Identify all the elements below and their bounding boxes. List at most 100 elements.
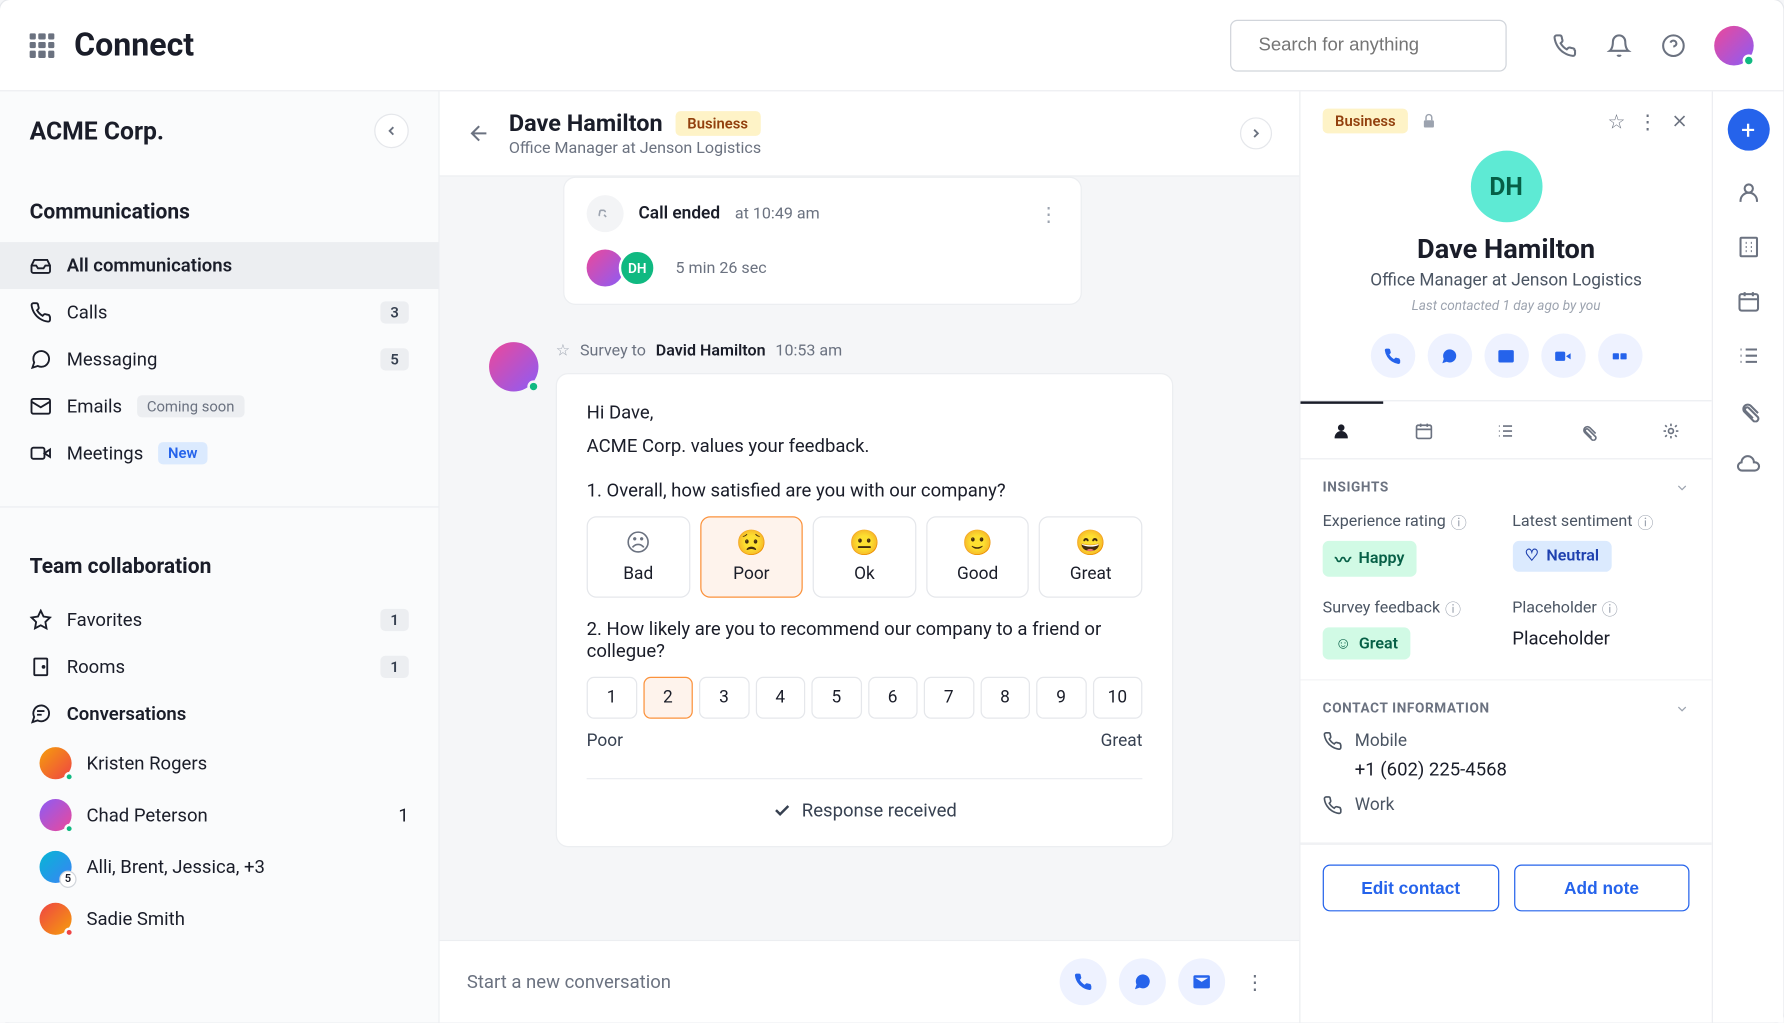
- sidebar: ACME Corp. Communications All communicat…: [0, 91, 440, 1022]
- rail-calendar-icon[interactable]: [1736, 289, 1761, 314]
- experience-chip: 〰Happy: [1323, 541, 1417, 577]
- brand-name: Connect: [74, 27, 194, 64]
- edit-contact-button[interactable]: Edit contact: [1323, 865, 1499, 912]
- nps-option-8[interactable]: 8: [980, 677, 1030, 719]
- door-icon: [30, 656, 52, 678]
- mail-icon: [30, 395, 52, 417]
- sender-avatar: [489, 342, 538, 391]
- conversation-group[interactable]: 5Alli, Brent, Jessica, +3: [0, 841, 438, 893]
- survey-chip: ☺Great: [1323, 627, 1411, 659]
- tab-tasks[interactable]: [1465, 401, 1547, 458]
- communications-heading: Communications: [0, 183, 438, 242]
- help-icon[interactable]: [1660, 31, 1687, 58]
- details-last-contacted: Last contacted 1 day ago by you: [1323, 298, 1690, 314]
- rail-building-icon[interactable]: [1736, 235, 1761, 260]
- nps-option-2[interactable]: 2: [643, 677, 693, 719]
- phone-icon: [30, 301, 52, 323]
- favorite-button[interactable]: ☆: [1608, 109, 1626, 132]
- contact-details-panel: Business ☆ ⋮ DH Dave Hamilton Office Man…: [1299, 91, 1711, 1022]
- search-input[interactable]: [1258, 35, 1504, 56]
- conversation-chad[interactable]: Chad Peterson1: [0, 789, 438, 841]
- nps-option-9[interactable]: 9: [1036, 677, 1086, 719]
- rail-tasks-icon[interactable]: [1736, 343, 1761, 368]
- conversation-sadie[interactable]: Sadie Smith: [0, 893, 438, 945]
- rail-add-button[interactable]: +: [1727, 109, 1769, 151]
- chevron-down-icon[interactable]: [1675, 480, 1690, 495]
- rail-cloud-icon[interactable]: [1736, 452, 1761, 477]
- team-heading: Team collaboration: [0, 537, 438, 596]
- sidebar-item-rooms[interactable]: Rooms 1: [0, 643, 438, 690]
- check-icon: [772, 800, 792, 820]
- composer-call-button[interactable]: [1060, 958, 1107, 1005]
- phone-end-icon: [587, 195, 624, 232]
- tab-profile[interactable]: [1300, 401, 1382, 458]
- chat-pane: Dave Hamilton Business Office Manager at…: [440, 91, 1300, 1022]
- sidebar-item-all-communications[interactable]: All communications: [0, 242, 438, 289]
- close-details-button[interactable]: [1670, 111, 1690, 131]
- inbox-icon: [30, 254, 52, 276]
- call-more-icon[interactable]: ⋮: [1039, 202, 1059, 225]
- nps-option-7[interactable]: 7: [924, 677, 974, 719]
- response-received: Response received: [587, 799, 1143, 821]
- rating-option-bad[interactable]: ☹Bad: [587, 516, 690, 598]
- user-avatar[interactable]: [1714, 25, 1754, 65]
- nps-option-4[interactable]: 4: [755, 677, 805, 719]
- tab-insights[interactable]: [1629, 401, 1711, 458]
- business-badge: Business: [675, 111, 760, 136]
- sidebar-item-emails[interactable]: Emails Coming soon: [0, 383, 438, 430]
- lock-icon: [1420, 112, 1437, 129]
- tab-calendar[interactable]: [1383, 401, 1465, 458]
- participant-dh: DH: [619, 249, 656, 286]
- rail-attach-icon[interactable]: [1736, 398, 1761, 423]
- conversations-icon: [30, 703, 52, 725]
- workspace-name: ACME Corp.: [30, 116, 164, 146]
- chat-icon: [30, 348, 52, 370]
- conversation-kristen[interactable]: Kristen Rogers: [0, 737, 438, 789]
- nps-option-5[interactable]: 5: [811, 677, 861, 719]
- details-business-badge: Business: [1323, 109, 1408, 134]
- bell-icon[interactable]: [1606, 31, 1633, 58]
- chat-header: Dave Hamilton Business Office Manager at…: [440, 91, 1300, 176]
- collapse-sidebar-button[interactable]: [374, 114, 409, 149]
- tab-files[interactable]: [1547, 401, 1629, 458]
- phone-icon: [1323, 795, 1343, 815]
- sidebar-item-conversations[interactable]: Conversations: [0, 690, 438, 737]
- details-name: Dave Hamilton: [1323, 235, 1690, 266]
- survey-card: Hi Dave, ACME Corp. values your feedback…: [556, 373, 1174, 847]
- composer-chat-button[interactable]: [1119, 958, 1166, 1005]
- composer-input[interactable]: Start a new conversation: [467, 971, 1047, 993]
- rating-option-ok[interactable]: 😐Ok: [813, 516, 916, 598]
- action-video-button[interactable]: [1541, 333, 1585, 377]
- sidebar-item-meetings[interactable]: Meetings New: [0, 430, 438, 477]
- back-button[interactable]: [467, 121, 492, 146]
- chat-contact-subtitle: Office Manager at Jenson Logistics: [509, 140, 761, 159]
- star-icon[interactable]: ☆: [556, 342, 570, 361]
- sidebar-item-messaging[interactable]: Messaging 5: [0, 336, 438, 383]
- composer-email-button[interactable]: [1178, 958, 1225, 1005]
- nps-option-6[interactable]: 6: [868, 677, 918, 719]
- chevron-down-icon[interactable]: [1675, 701, 1690, 716]
- action-call-button[interactable]: [1370, 333, 1414, 377]
- chat-contact-name: Dave Hamilton: [509, 109, 663, 137]
- nps-option-10[interactable]: 10: [1092, 677, 1142, 719]
- sentiment-chip: ♡Neutral: [1512, 541, 1611, 572]
- sidebar-item-favorites[interactable]: Favorites 1: [0, 597, 438, 644]
- sidebar-item-calls[interactable]: Calls 3: [0, 289, 438, 336]
- rating-option-poor[interactable]: 😟Poor: [700, 516, 803, 598]
- action-message-button[interactable]: [1427, 333, 1471, 377]
- dial-icon[interactable]: [1551, 31, 1578, 58]
- add-note-button[interactable]: Add note: [1513, 865, 1689, 912]
- nps-option-3[interactable]: 3: [699, 677, 749, 719]
- rating-option-good[interactable]: 🙂Good: [926, 516, 1029, 598]
- nps-option-1[interactable]: 1: [587, 677, 637, 719]
- global-search[interactable]: [1230, 19, 1507, 71]
- rating-option-great[interactable]: 😄Great: [1039, 516, 1142, 598]
- action-more-button[interactable]: [1597, 333, 1641, 377]
- action-email-button[interactable]: [1484, 333, 1528, 377]
- expand-details-button[interactable]: [1240, 117, 1272, 149]
- details-more-button[interactable]: ⋮: [1638, 109, 1658, 132]
- apps-grid-icon[interactable]: [30, 33, 55, 58]
- rail-profile-icon[interactable]: [1736, 180, 1761, 205]
- composer-more-button[interactable]: ⋮: [1237, 970, 1272, 993]
- details-role: Office Manager at Jenson Logistics: [1323, 270, 1690, 290]
